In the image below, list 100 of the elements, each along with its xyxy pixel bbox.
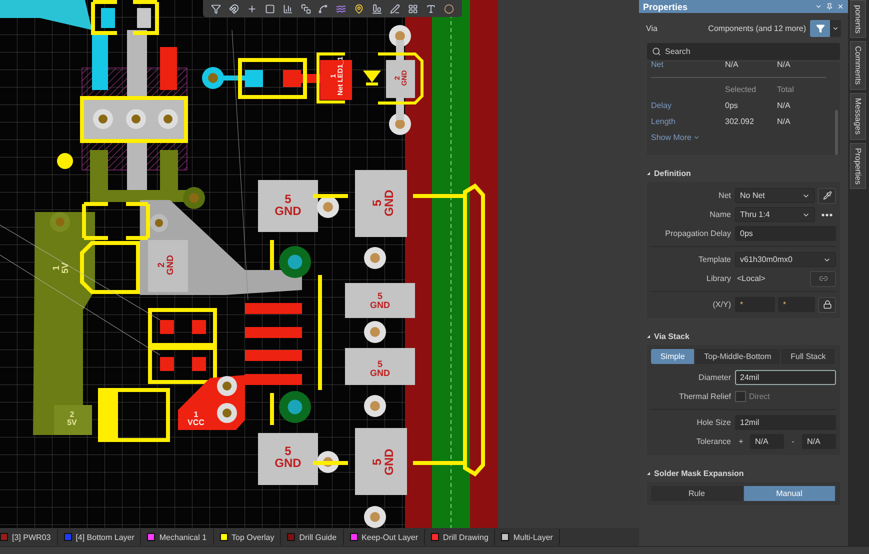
- input-field[interactable]: 0ps: [735, 226, 836, 241]
- field-label: Library: [706, 274, 731, 283]
- filter-button[interactable]: [810, 20, 841, 36]
- info-value: 302.092: [725, 116, 755, 126]
- dropdown-icon[interactable]: [815, 3, 822, 10]
- info-value: N/A: [777, 60, 792, 68]
- pin-icon[interactable]: [826, 3, 833, 10]
- filter-summary: Components (and 12 more): [708, 24, 806, 32]
- net-dropdown[interactable]: No Net: [735, 188, 815, 203]
- pad-label: 5 GND: [370, 190, 396, 216]
- layer-name: Drill Drawing: [443, 532, 488, 542]
- layer-name: Top Overlay: [232, 532, 274, 542]
- search-field[interactable]: Search: [647, 43, 840, 60]
- caret-icon: [832, 24, 839, 32]
- layer-name: [4] Bottom Layer: [76, 532, 134, 542]
- info-value: N/A: [777, 100, 792, 110]
- side-panel-tab[interactable]: Comments: [850, 41, 866, 90]
- pad-label: 5 GND: [370, 448, 396, 476]
- panel-title: Properties: [643, 2, 688, 12]
- info-value: N/A: [725, 60, 740, 68]
- mode-tab[interactable]: Manual: [744, 486, 836, 501]
- info-label: Net: [651, 60, 664, 68]
- input-field[interactable]: N/A: [750, 434, 784, 449]
- layer-tab[interactable]: Keep-Out Layer: [344, 529, 426, 545]
- layer-tab[interactable]: Mechanical 1: [141, 529, 214, 545]
- collapse-icon[interactable]: [647, 472, 650, 475]
- layer-tab[interactable]: Drill Drawing: [425, 529, 496, 545]
- filter-icon: [816, 24, 824, 32]
- layer-name: Mechanical 1: [159, 532, 207, 542]
- input-field[interactable]: 24mil: [735, 370, 836, 385]
- side-panel-tab[interactable]: Messages: [850, 93, 866, 140]
- magnet-icon[interactable]: [226, 2, 241, 16]
- search-input[interactable]: Search: [665, 47, 815, 56]
- fill-icon[interactable]: [370, 2, 384, 16]
- checkbox[interactable]: [735, 391, 746, 402]
- link-button[interactable]: [810, 270, 836, 286]
- pad-label: 5 GND: [274, 444, 302, 470]
- layer-tab[interactable]: [4] Bottom Layer: [58, 529, 142, 545]
- field-label: Name: [708, 210, 731, 219]
- section-title: Solder Mask Expansion: [654, 469, 744, 478]
- layer-tab[interactable]: Drill Guide: [281, 529, 344, 545]
- input-field[interactable]: *: [735, 297, 775, 312]
- more-icon: [821, 212, 833, 216]
- pad-label: 5 GND: [370, 291, 390, 310]
- checkbox-label: Direct: [749, 392, 770, 401]
- layer-name: Drill Guide: [299, 532, 337, 542]
- line-icon[interactable]: [388, 2, 402, 16]
- section-title: Via Stack: [654, 332, 690, 341]
- caret-icon: [693, 134, 700, 140]
- layer-name: [3] PWR03: [12, 532, 51, 542]
- side-panel-tab[interactable]: Properties: [850, 142, 866, 190]
- input-field[interactable]: *: [778, 297, 815, 312]
- pad-label: 5 GND: [274, 192, 302, 218]
- pad-label: 5 GND: [370, 359, 390, 378]
- layer-tab[interactable]: Multi-Layer: [495, 529, 560, 545]
- info-value: 0ps: [725, 100, 739, 110]
- input-field[interactable]: N/A: [802, 434, 836, 449]
- column-header: Total: [777, 84, 795, 94]
- input-field[interactable]: 12mil: [735, 415, 836, 430]
- collapse-icon[interactable]: [647, 335, 650, 338]
- field-label: Diameter: [698, 373, 731, 382]
- mode-tab[interactable]: Simple: [651, 349, 696, 364]
- object-type: Via: [646, 24, 658, 32]
- section-title: Definition: [654, 169, 691, 178]
- pad-label: 1 VCC: [188, 410, 204, 428]
- pad-label: 1 5V: [51, 262, 70, 274]
- info-label: Delay: [651, 100, 672, 110]
- pad-label: 2 5V: [67, 410, 77, 428]
- field-label: Propagation Delay: [664, 229, 731, 238]
- show-more-link[interactable]: Show More: [651, 129, 826, 145]
- field-label: (X/Y): [712, 300, 731, 309]
- plus-sign: +: [738, 436, 744, 448]
- close-icon[interactable]: [837, 3, 844, 10]
- layer-tab[interactable]: Top Overlay: [214, 529, 282, 545]
- template-dropdown[interactable]: v61h30m0mx0: [735, 252, 836, 267]
- field-label: Net: [718, 191, 731, 200]
- column-header: Selected: [725, 84, 758, 94]
- arc-icon[interactable]: [442, 2, 456, 16]
- library-value: <Local>: [736, 274, 766, 283]
- field-label: Hole Size: [696, 418, 731, 427]
- field-label: Thermal Relief: [678, 392, 731, 401]
- link-icon: [818, 274, 828, 283]
- field-label: Template: [698, 255, 731, 264]
- lock-icon: [822, 300, 832, 309]
- lock-button[interactable]: [818, 296, 836, 312]
- eyedropper-icon: [822, 191, 832, 200]
- minus-sign: -: [790, 436, 796, 448]
- component-icon[interactable]: [298, 2, 313, 16]
- layer-name: Keep-Out Layer: [362, 532, 418, 542]
- search-icon: [652, 47, 661, 56]
- eyedropper-button[interactable]: [818, 188, 836, 204]
- pad-label: 2 GND: [156, 255, 176, 275]
- side-panel-tab[interactable]: ponents: [850, 0, 866, 38]
- info-value: N/A: [777, 116, 792, 126]
- layer-name: Multi-Layer: [513, 532, 553, 542]
- info-label: Length: [651, 116, 676, 126]
- name-dropdown[interactable]: Thru 1:4: [735, 207, 815, 222]
- collapse-icon[interactable]: [647, 172, 650, 175]
- layer-tab[interactable]: [3] PWR03: [0, 529, 58, 545]
- field-label: Tolerance: [695, 437, 731, 446]
